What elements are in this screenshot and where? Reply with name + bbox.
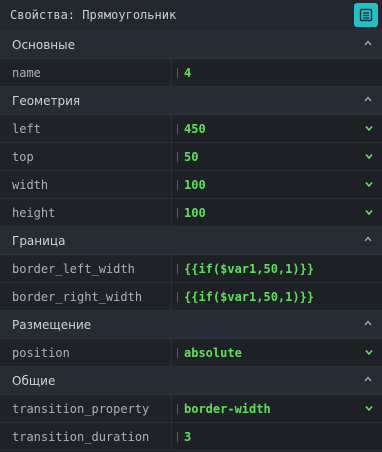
- property-row: border_right_width {{if($var1,50,1)}}: [0, 283, 382, 311]
- property-label: height: [0, 199, 172, 226]
- panel-menu-button[interactable]: [354, 3, 378, 27]
- property-value: {{if($var1,50,1)}}: [184, 261, 315, 276]
- section-title: Основные: [12, 37, 76, 52]
- property-value-field[interactable]: {{if($var1,50,1)}}: [172, 255, 382, 282]
- property-row: height 100: [0, 199, 382, 227]
- property-value: 100: [184, 177, 206, 192]
- panel-title: Свойства: Прямоугольник: [10, 8, 177, 22]
- section-header[interactable]: Размещение: [0, 311, 382, 339]
- property-label: border_left_width: [0, 255, 172, 282]
- dropdown-chevron-down-icon[interactable]: [364, 151, 374, 161]
- collapse-chevron-up-icon[interactable]: [362, 94, 374, 107]
- property-value-field[interactable]: {{if($var1,50,1)}}: [172, 283, 382, 310]
- property-row: transition_duration 3: [0, 423, 382, 451]
- property-value-field[interactable]: 50: [172, 143, 382, 170]
- property-value-field[interactable]: 100: [172, 199, 382, 226]
- section-header[interactable]: Геометрия: [0, 87, 382, 115]
- property-label: top: [0, 143, 172, 170]
- property-value: 450: [184, 121, 206, 136]
- property-value-field[interactable]: 3: [172, 423, 382, 450]
- property-label: width: [0, 171, 172, 198]
- collapse-chevron-up-icon[interactable]: [362, 374, 374, 387]
- dropdown-chevron-down-icon[interactable]: [364, 207, 374, 217]
- collapse-chevron-up-icon[interactable]: [362, 318, 374, 331]
- property-label: transition_property: [0, 395, 172, 422]
- property-row: left 450: [0, 115, 382, 143]
- section-header[interactable]: Общие: [0, 367, 382, 395]
- property-value: absolute: [184, 345, 242, 360]
- property-value-field[interactable]: 4: [172, 59, 382, 86]
- property-row: position absolute: [0, 339, 382, 367]
- property-label: left: [0, 115, 172, 142]
- section-title: Геометрия: [12, 93, 81, 108]
- property-value-field[interactable]: 100: [172, 171, 382, 198]
- panel-header: Свойства: Прямоугольник: [0, 0, 382, 31]
- property-row: width 100: [0, 171, 382, 199]
- section-title: Размещение: [12, 317, 92, 332]
- collapse-chevron-up-icon[interactable]: [362, 234, 374, 247]
- property-label: border_right_width: [0, 283, 172, 310]
- dropdown-chevron-down-icon[interactable]: [364, 123, 374, 133]
- section-header[interactable]: Основные: [0, 31, 382, 59]
- property-label: name: [0, 59, 172, 86]
- properties-panel: Свойства: Прямоугольник Основные name 4 Гео…: [0, 0, 382, 452]
- property-sections: Основные name 4 Геометрия left 450 top 50 width 1…: [0, 31, 382, 451]
- dropdown-chevron-down-icon[interactable]: [364, 179, 374, 189]
- property-value-field[interactable]: border-width: [172, 395, 382, 422]
- property-value: 3: [184, 429, 192, 444]
- section-title: Граница: [12, 233, 66, 248]
- property-value-field[interactable]: absolute: [172, 339, 382, 366]
- property-value: border-width: [184, 401, 271, 416]
- dropdown-chevron-down-icon[interactable]: [364, 403, 374, 413]
- property-value-field[interactable]: 450: [172, 115, 382, 142]
- dropdown-chevron-down-icon[interactable]: [364, 347, 374, 357]
- panel-list-icon: [359, 8, 373, 22]
- property-row: name 4: [0, 59, 382, 87]
- property-row: border_left_width {{if($var1,50,1)}}: [0, 255, 382, 283]
- section-title: Общие: [12, 373, 56, 388]
- property-row: transition_property border-width: [0, 395, 382, 423]
- property-value: 100: [184, 205, 206, 220]
- property-value: 50: [184, 149, 199, 164]
- property-value: {{if($var1,50,1)}}: [184, 289, 315, 304]
- property-value: 4: [184, 65, 192, 80]
- property-label: transition_duration: [0, 423, 172, 450]
- collapse-chevron-up-icon[interactable]: [362, 38, 374, 51]
- property-label: position: [0, 339, 172, 366]
- property-row: top 50: [0, 143, 382, 171]
- section-header[interactable]: Граница: [0, 227, 382, 255]
